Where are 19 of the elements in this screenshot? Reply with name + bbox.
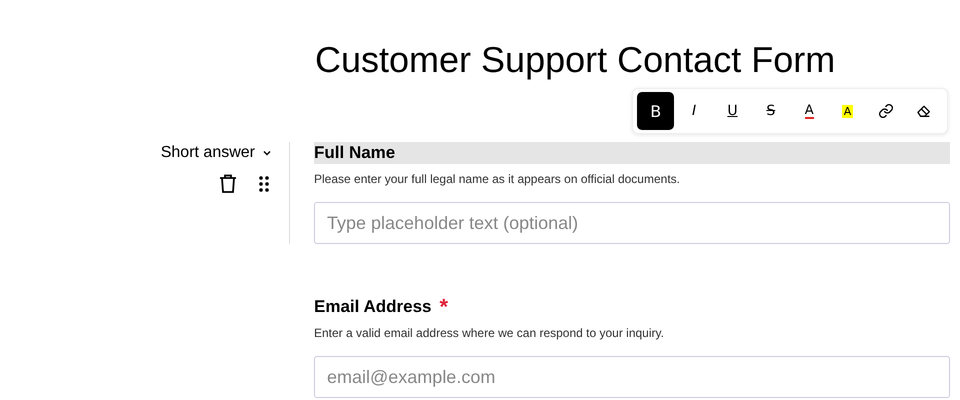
bold-button[interactable]: B <box>637 92 674 130</box>
eraser-icon <box>916 103 932 119</box>
highlight-button[interactable]: A <box>828 92 866 130</box>
trash-icon[interactable] <box>219 174 237 194</box>
color-button[interactable]: A <box>790 92 828 130</box>
underline-button[interactable]: U <box>714 92 752 130</box>
link-icon <box>878 103 894 119</box>
question-label: Full Name <box>314 142 950 164</box>
required-mark: * <box>439 296 448 318</box>
text-input-field[interactable]: email@example.com <box>314 356 950 398</box>
form-title: Customer Support Contact Form <box>315 38 836 82</box>
question-label: Email Address <box>314 296 432 318</box>
text-input-field[interactable]: Type placeholder text (optional) <box>314 202 950 244</box>
strike-button[interactable]: S <box>752 92 790 130</box>
question-description: Enter a valid email address where we can respond to your inquiry. <box>314 326 665 340</box>
question-description: Please enter your full legal name as it appears on official documents. <box>314 172 681 186</box>
italic-button[interactable]: I <box>675 92 713 130</box>
drag-handle-icon[interactable] <box>259 176 269 192</box>
question-type-dropdown[interactable]: Short answer <box>160 144 273 162</box>
